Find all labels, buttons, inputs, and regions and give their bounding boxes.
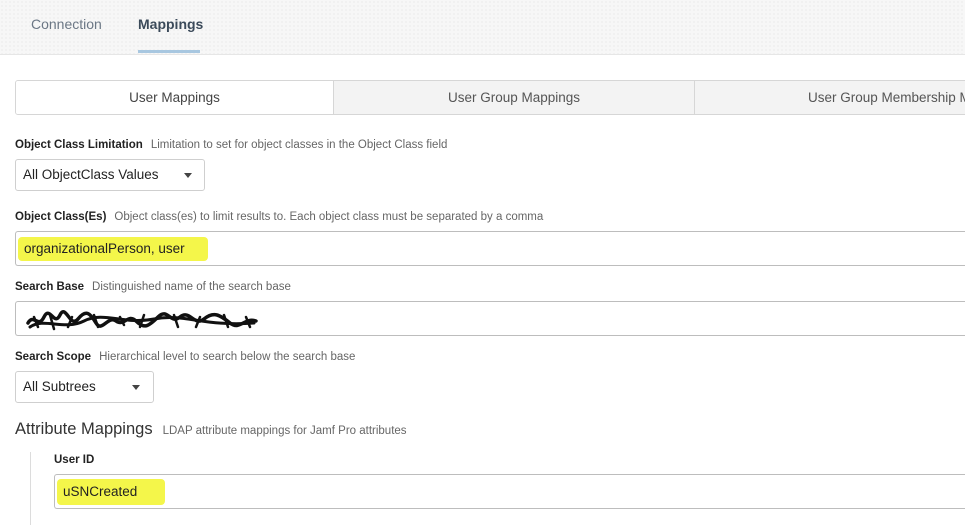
object-classes-input[interactable]: organizationalPerson, user (15, 231, 965, 266)
object-class-limitation-hint: Limitation to set for object classes in … (150, 139, 448, 151)
search-base-input[interactable] (15, 301, 965, 336)
chevron-down-icon (132, 385, 140, 390)
tab-connection[interactable]: Connection (31, 16, 102, 32)
user-id-label: User ID (54, 454, 95, 466)
subtab-user-mappings[interactable]: User Mappings (16, 81, 334, 114)
object-classes-hint: Object class(es) to limit results to. Ea… (114, 211, 544, 223)
search-scope-hint: Hierarchical level to search below the s… (99, 351, 356, 363)
subtab-user-group-mappings[interactable]: User Group Mappings (334, 81, 695, 114)
mapping-subtabs: User Mappings User Group Mappings User G… (15, 80, 965, 115)
search-base-hint: Distinguished name of the search base (92, 281, 291, 293)
attribute-mappings-title: Attribute Mappings LDAP attribute mapping… (15, 420, 407, 438)
subtab-user-group-membership-mappings[interactable]: User Group Membership M (695, 81, 965, 114)
tab-mappings[interactable]: Mappings (138, 16, 203, 32)
chevron-down-icon (184, 173, 192, 178)
user-id-value: uSNCreated (63, 484, 138, 499)
attribute-mappings-hint: LDAP attribute mappings for Jamf Pro att… (162, 425, 407, 437)
object-classes-value: organizationalPerson, user (24, 241, 185, 256)
search-scope-value: All Subtrees (23, 379, 96, 394)
search-scope-select[interactable]: All Subtrees (15, 371, 154, 403)
search-base-label: Search Base Distinguished name of the sea… (15, 281, 291, 293)
object-class-limitation-label: Object Class Limitation Limitation to set… (15, 139, 448, 151)
user-id-input[interactable]: uSNCreated (54, 474, 965, 509)
object-classes-label: Object Class(Es) Object class(es) to limi… (15, 211, 544, 223)
section-indent-line (30, 452, 31, 525)
top-tab-bar: Connection Mappings (0, 0, 965, 55)
object-class-limitation-value: All ObjectClass Values (23, 167, 159, 182)
redaction-scribble (26, 310, 258, 331)
active-tab-indicator (138, 50, 200, 53)
object-class-limitation-select[interactable]: All ObjectClass Values (15, 159, 205, 191)
search-scope-label: Search Scope Hierarchical level to search… (15, 351, 356, 363)
